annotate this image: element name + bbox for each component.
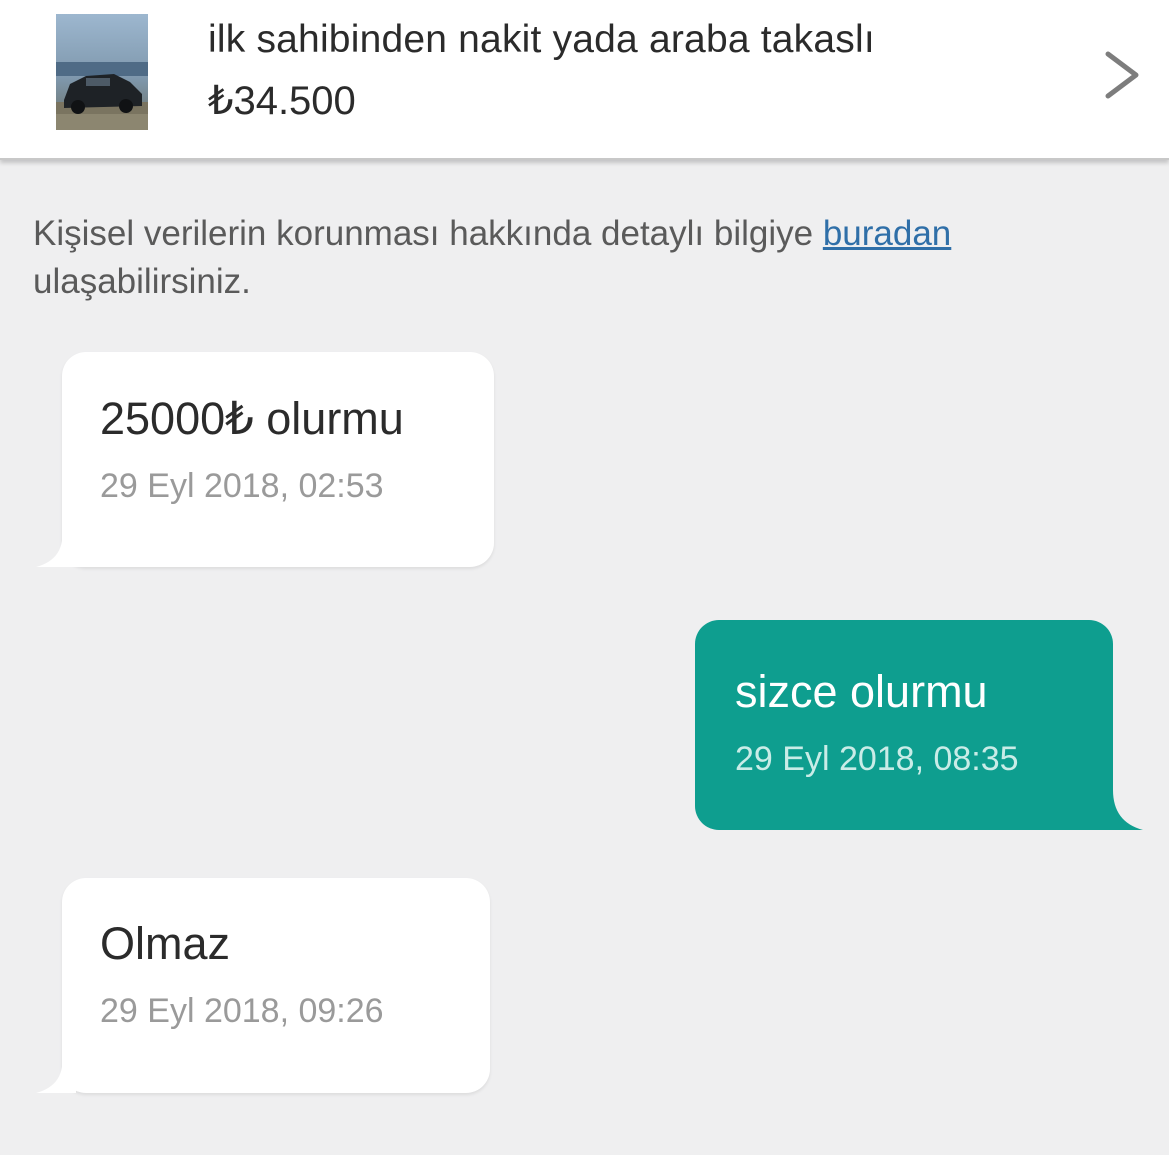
listing-thumbnail[interactable] — [56, 14, 148, 130]
listing-price: ₺34.500 — [208, 79, 356, 123]
listing-header[interactable]: ilk sahibinden nakit yada araba takaslı … — [0, 0, 1169, 160]
privacy-notice-suffix: ulaşabilirsiniz. — [33, 262, 251, 301]
message-bubble-incoming[interactable]: Olmaz 29 Eyl 2018, 09:26 — [36, 878, 490, 1093]
privacy-notice: Kişisel verilerin korunması hakkında det… — [33, 210, 1143, 306]
message-text: 25000₺ olurmu — [100, 393, 404, 444]
message-timestamp: 29 Eyl 2018, 02:53 — [100, 467, 384, 505]
listing-title: ilk sahibinden nakit yada araba takaslı — [208, 18, 875, 61]
privacy-link[interactable]: buradan — [823, 214, 951, 253]
message-bubble-incoming[interactable]: 25000₺ olurmu 29 Eyl 2018, 02:53 — [36, 352, 494, 567]
bubble-tail — [36, 507, 96, 567]
privacy-notice-text: Kişisel verilerin korunması hakkında det… — [33, 214, 814, 253]
message-bubble-outgoing[interactable]: sizce olurmu 29 Eyl 2018, 08:35 — [695, 620, 1143, 830]
message-timestamp: 29 Eyl 2018, 08:35 — [735, 740, 1019, 778]
message-text: sizce olurmu — [735, 666, 988, 717]
bubble-tail — [36, 1053, 76, 1093]
message-timestamp: 29 Eyl 2018, 09:26 — [100, 992, 384, 1030]
car-photo-icon — [56, 14, 148, 130]
bubble-tail — [1083, 770, 1143, 830]
message-text: Olmaz — [100, 918, 231, 969]
chevron-right-icon[interactable] — [1098, 48, 1146, 102]
